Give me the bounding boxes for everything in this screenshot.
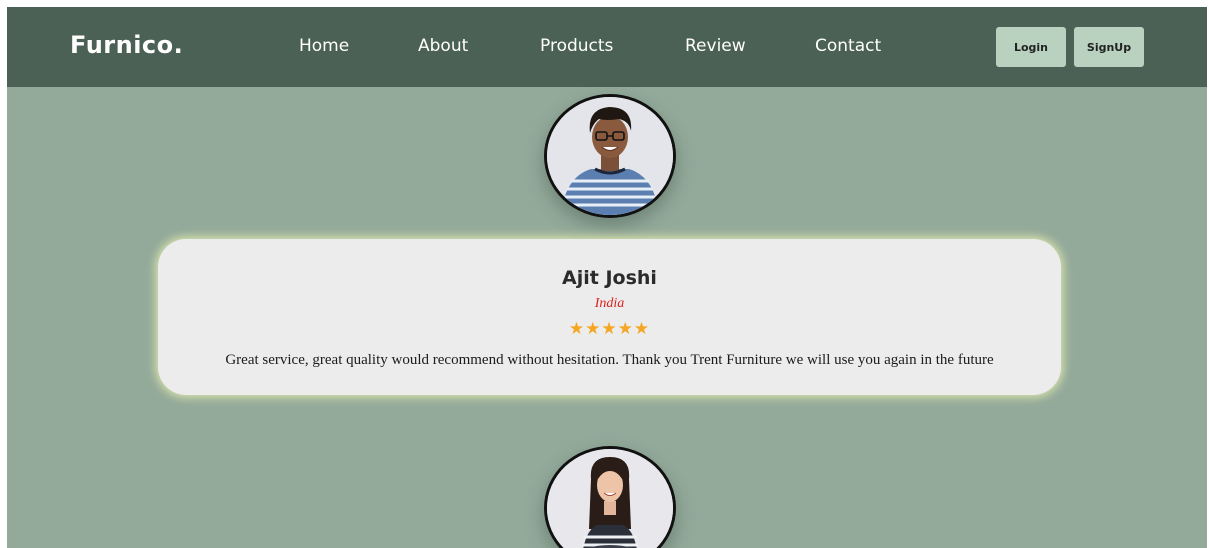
review-card: Ajit Joshi India ★★★★★ Great service, gr… <box>158 239 1061 395</box>
star-rating: ★★★★★ <box>568 319 651 339</box>
nav-link-products[interactable]: Products <box>540 36 613 56</box>
page: Furnico. Home About Products Review Cont… <box>7 7 1207 548</box>
review-text: Great service, great quality would recom… <box>225 352 994 368</box>
reviewer-photo <box>547 97 673 215</box>
nav-link-about[interactable]: About <box>418 36 468 56</box>
nav-link-contact[interactable]: Contact <box>815 36 881 56</box>
login-button[interactable]: Login <box>996 27 1066 67</box>
reviewer-name: Ajit Joshi <box>562 267 657 289</box>
signup-button[interactable]: SignUp <box>1074 27 1144 67</box>
nav-link-home[interactable]: Home <box>299 36 349 56</box>
navbar: Furnico. Home About Products Review Cont… <box>7 7 1207 87</box>
logo[interactable]: Furnico. <box>70 31 183 59</box>
nav-link-review[interactable]: Review <box>685 36 746 56</box>
reviewer-country: India <box>594 296 625 311</box>
reviewer-avatar <box>544 94 676 218</box>
reviewer-avatar-2 <box>544 446 676 548</box>
reviewer-photo-2 <box>547 449 673 548</box>
